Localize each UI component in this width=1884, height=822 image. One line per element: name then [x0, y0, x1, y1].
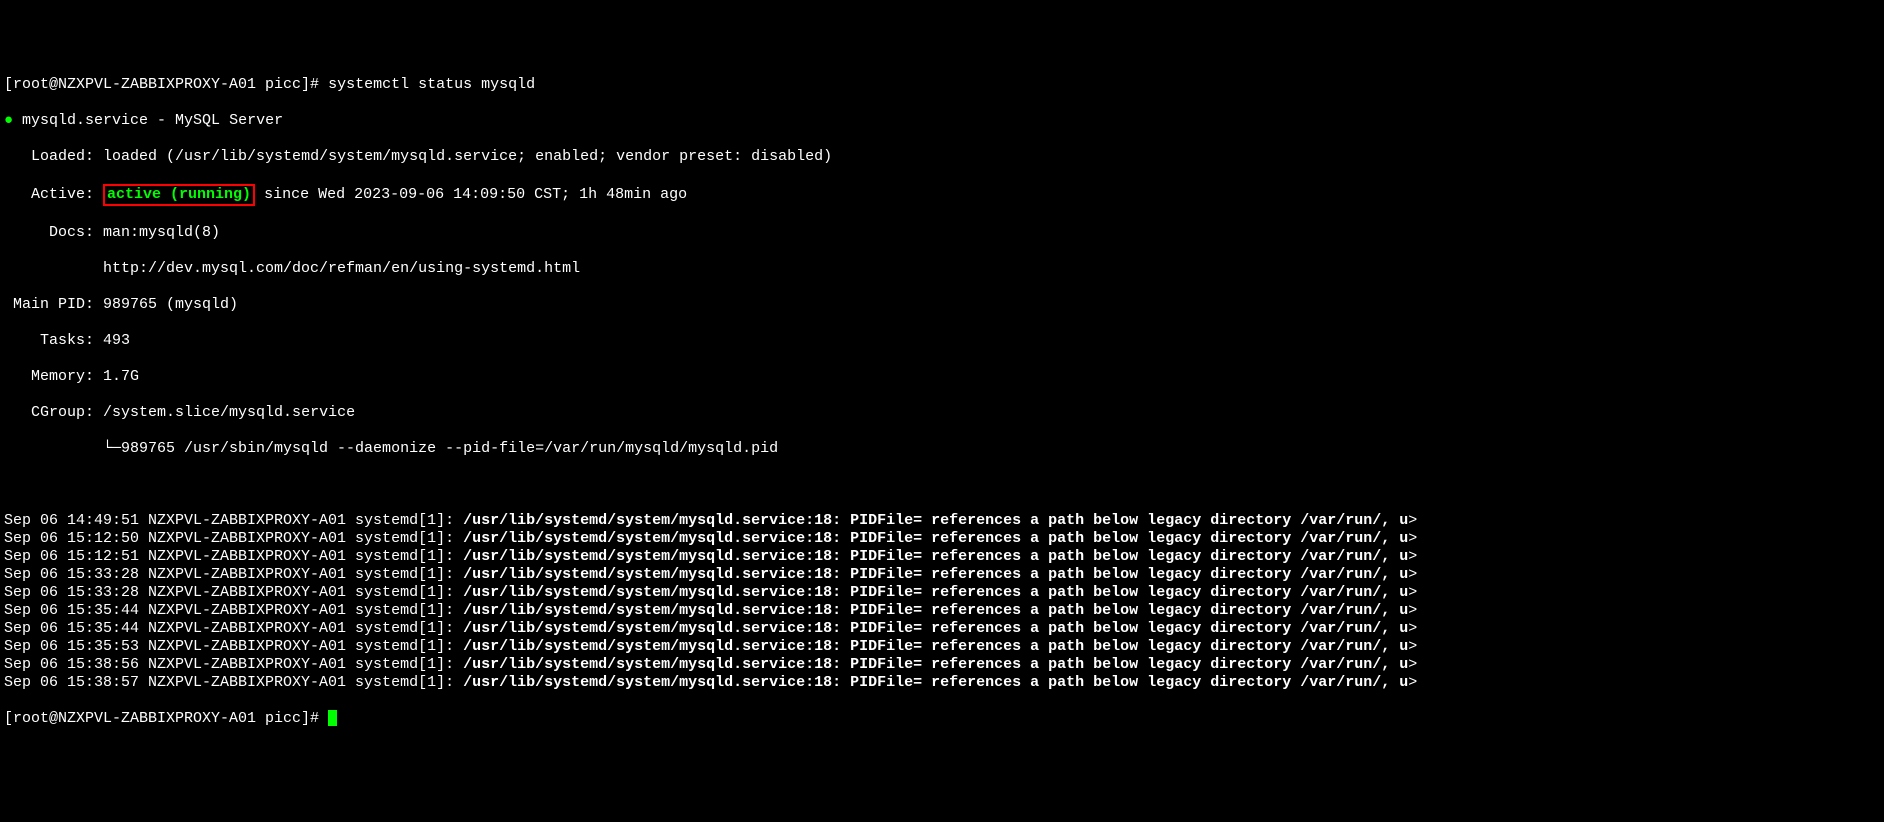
log-timestamp: Sep 06 15:38:57 NZXPVL-ZABBIXPROXY-A01 s…: [4, 674, 463, 691]
log-message: /usr/lib/systemd/system/mysqld.service:1…: [463, 620, 1408, 637]
terminal-line: Loaded: loaded (/usr/lib/systemd/system/…: [4, 148, 1880, 166]
active-status: active (running): [107, 186, 251, 203]
truncation-indicator: >: [1408, 602, 1417, 619]
log-message: /usr/lib/systemd/system/mysqld.service:1…: [463, 674, 1408, 691]
docs-value: man:mysqld(8): [103, 224, 220, 241]
log-line: Sep 06 15:33:28 NZXPVL-ZABBIXPROXY-A01 s…: [4, 584, 1880, 602]
shell-prompt: [root@NZXPVL-ZABBIXPROXY-A01 picc]#: [4, 76, 328, 93]
terminal-line: Docs: man:mysqld(8): [4, 224, 1880, 242]
truncation-indicator: >: [1408, 620, 1417, 637]
terminal-line: Tasks: 493: [4, 332, 1880, 350]
log-message: /usr/lib/systemd/system/mysqld.service:1…: [463, 656, 1408, 673]
cursor-icon: [328, 710, 337, 726]
log-timestamp: Sep 06 15:33:28 NZXPVL-ZABBIXPROXY-A01 s…: [4, 566, 463, 583]
loaded-value: loaded (/usr/lib/systemd/system/mysqld.s…: [103, 148, 832, 165]
blank-line: [4, 476, 1880, 494]
log-line: Sep 06 15:12:50 NZXPVL-ZABBIXPROXY-A01 s…: [4, 530, 1880, 548]
truncation-indicator: >: [1408, 566, 1417, 583]
log-message: /usr/lib/systemd/system/mysqld.service:1…: [463, 638, 1408, 655]
truncation-indicator: >: [1408, 548, 1417, 565]
truncation-indicator: >: [1408, 656, 1417, 673]
log-line: Sep 06 15:38:57 NZXPVL-ZABBIXPROXY-A01 s…: [4, 674, 1880, 692]
tasks-value: 493: [103, 332, 130, 349]
truncation-indicator: >: [1408, 512, 1417, 529]
log-timestamp: Sep 06 15:35:53 NZXPVL-ZABBIXPROXY-A01 s…: [4, 638, 463, 655]
log-message: /usr/lib/systemd/system/mysqld.service:1…: [463, 602, 1408, 619]
service-name: mysqld.service - MySQL Server: [22, 112, 283, 129]
terminal-line[interactable]: [root@NZXPVL-ZABBIXPROXY-A01 picc]# syst…: [4, 76, 1880, 94]
log-message: /usr/lib/systemd/system/mysqld.service:1…: [463, 584, 1408, 601]
mainpid-label: Main PID:: [4, 296, 103, 313]
log-timestamp: Sep 06 14:49:51 NZXPVL-ZABBIXPROXY-A01 s…: [4, 512, 463, 529]
status-bullet-icon: ●: [4, 112, 13, 129]
docs-label: Docs:: [4, 224, 103, 241]
docs-value: http://dev.mysql.com/doc/refman/en/using…: [4, 260, 580, 277]
shell-prompt: [root@NZXPVL-ZABBIXPROXY-A01 picc]#: [4, 710, 328, 727]
terminal-line: CGroup: /system.slice/mysqld.service: [4, 404, 1880, 422]
log-line: Sep 06 15:35:44 NZXPVL-ZABBIXPROXY-A01 s…: [4, 602, 1880, 620]
terminal-line: ● mysqld.service - MySQL Server: [4, 112, 1880, 130]
tasks-label: Tasks:: [4, 332, 103, 349]
memory-label: Memory:: [4, 368, 103, 385]
log-line: Sep 06 15:38:56 NZXPVL-ZABBIXPROXY-A01 s…: [4, 656, 1880, 674]
cgroup-value: /system.slice/mysqld.service: [103, 404, 355, 421]
terminal-line: http://dev.mysql.com/doc/refman/en/using…: [4, 260, 1880, 278]
terminal-line[interactable]: [root@NZXPVL-ZABBIXPROXY-A01 picc]#: [4, 710, 1880, 728]
truncation-indicator: >: [1408, 674, 1417, 691]
truncation-indicator: >: [1408, 530, 1417, 547]
log-timestamp: Sep 06 15:38:56 NZXPVL-ZABBIXPROXY-A01 s…: [4, 656, 463, 673]
log-timestamp: Sep 06 15:33:28 NZXPVL-ZABBIXPROXY-A01 s…: [4, 584, 463, 601]
cgroup-label: CGroup:: [4, 404, 103, 421]
log-message: /usr/lib/systemd/system/mysqld.service:1…: [463, 530, 1408, 547]
terminal-line: Main PID: 989765 (mysqld): [4, 296, 1880, 314]
command-text: systemctl status mysqld: [328, 76, 535, 93]
log-line: Sep 06 15:33:28 NZXPVL-ZABBIXPROXY-A01 s…: [4, 566, 1880, 584]
active-since: since Wed 2023-09-06 14:09:50 CST; 1h 48…: [255, 186, 687, 203]
log-message: /usr/lib/systemd/system/mysqld.service:1…: [463, 566, 1408, 583]
log-line: Sep 06 15:35:44 NZXPVL-ZABBIXPROXY-A01 s…: [4, 620, 1880, 638]
log-message: /usr/lib/systemd/system/mysqld.service:1…: [463, 512, 1408, 529]
mainpid-value: 989765 (mysqld): [103, 296, 238, 313]
truncation-indicator: >: [1408, 584, 1417, 601]
terminal-line: Memory: 1.7G: [4, 368, 1880, 386]
log-line: Sep 06 15:35:53 NZXPVL-ZABBIXPROXY-A01 s…: [4, 638, 1880, 656]
log-timestamp: Sep 06 15:35:44 NZXPVL-ZABBIXPROXY-A01 s…: [4, 620, 463, 637]
log-line: Sep 06 15:12:51 NZXPVL-ZABBIXPROXY-A01 s…: [4, 548, 1880, 566]
terminal-line: Active: active (running) since Wed 2023-…: [4, 184, 1880, 206]
cgroup-tree: └─989765 /usr/sbin/mysqld --daemonize --…: [4, 440, 778, 457]
highlight-box: active (running): [103, 184, 255, 206]
log-line: Sep 06 14:49:51 NZXPVL-ZABBIXPROXY-A01 s…: [4, 512, 1880, 530]
log-timestamp: Sep 06 15:12:51 NZXPVL-ZABBIXPROXY-A01 s…: [4, 548, 463, 565]
active-label: Active:: [4, 186, 103, 203]
log-timestamp: Sep 06 15:35:44 NZXPVL-ZABBIXPROXY-A01 s…: [4, 602, 463, 619]
log-timestamp: Sep 06 15:12:50 NZXPVL-ZABBIXPROXY-A01 s…: [4, 530, 463, 547]
terminal-line: └─989765 /usr/sbin/mysqld --daemonize --…: [4, 440, 1880, 458]
truncation-indicator: >: [1408, 638, 1417, 655]
memory-value: 1.7G: [103, 368, 139, 385]
log-message: /usr/lib/systemd/system/mysqld.service:1…: [463, 548, 1408, 565]
loaded-label: Loaded:: [4, 148, 103, 165]
